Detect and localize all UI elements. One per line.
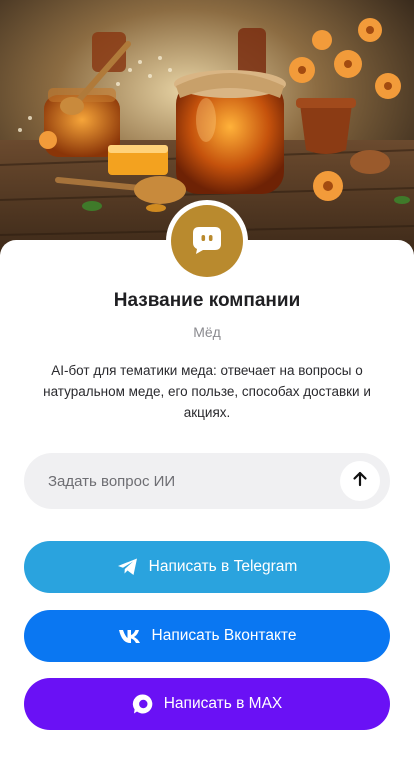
vk-button-label: Написать Вконтакте <box>151 627 297 644</box>
vk-button[interactable]: Написать Вконтакте <box>24 610 390 662</box>
max-icon <box>132 693 154 715</box>
arrow-up-icon <box>351 470 369 493</box>
page: Название компании Мёд AI-бот для тематик… <box>0 0 414 770</box>
max-button-label: Написать в MAX <box>163 695 283 712</box>
telegram-icon <box>117 557 139 577</box>
vk-icon <box>118 628 142 644</box>
avatar-circle <box>171 205 243 277</box>
max-button[interactable]: Написать в MAX <box>24 678 390 730</box>
company-description: AI-бот для тематики меда: отвечает на во… <box>43 363 371 420</box>
chat-bubble-icon <box>190 222 224 261</box>
avatar <box>166 200 248 282</box>
company-category: Мёд <box>193 324 221 340</box>
ask-ai-input[interactable] <box>48 453 348 509</box>
telegram-button-label: Написать в Telegram <box>148 558 298 575</box>
ask-ai-field <box>24 453 390 509</box>
send-button[interactable] <box>340 461 380 501</box>
company-name: Название компании <box>113 290 301 311</box>
telegram-button[interactable]: Написать в Telegram <box>24 541 390 593</box>
